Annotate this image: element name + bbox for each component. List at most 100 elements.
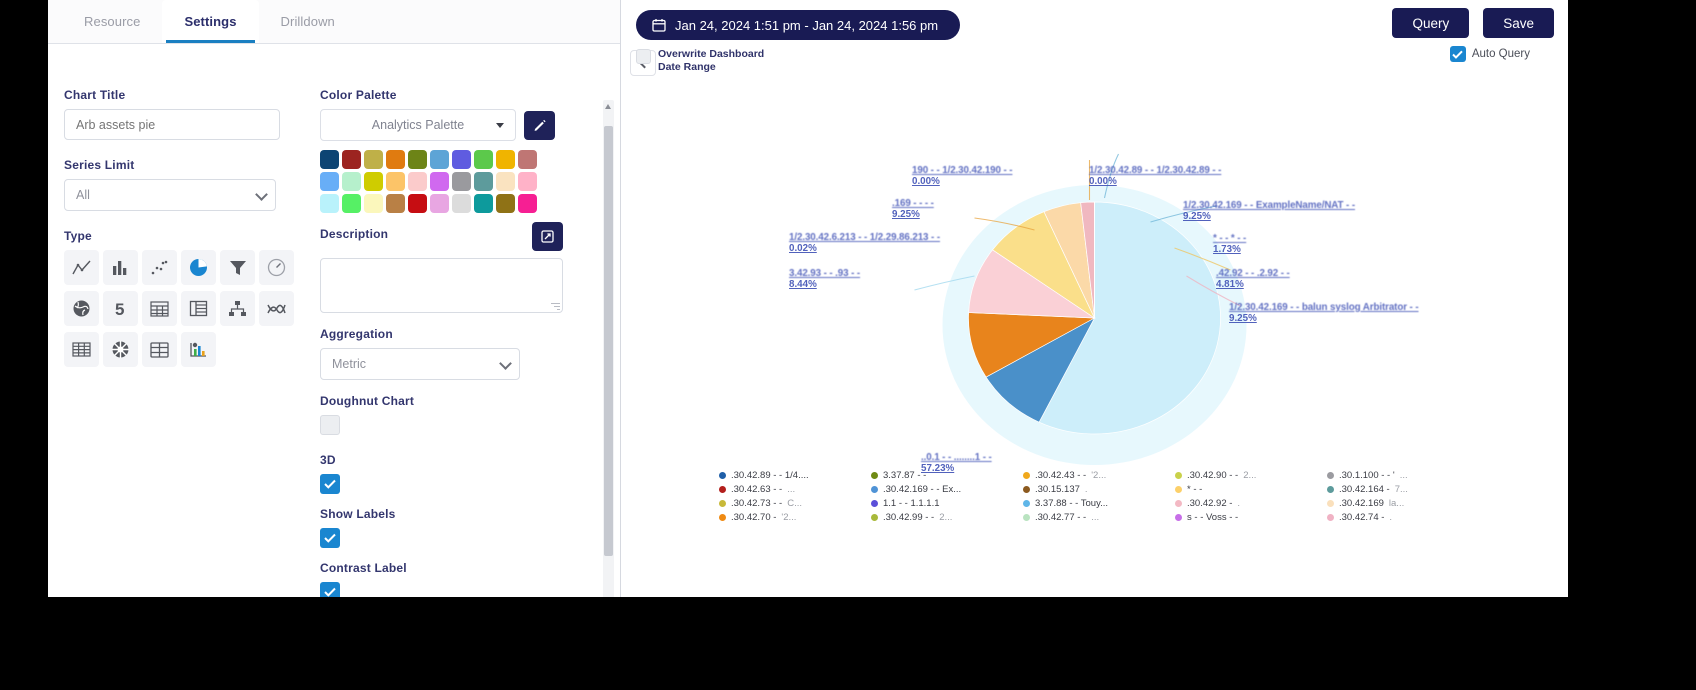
callout-percent: 9.25%	[892, 209, 920, 220]
gauge-chart-icon[interactable]	[259, 250, 294, 285]
pivot-table-icon[interactable]	[181, 291, 216, 326]
palette-swatch[interactable]	[320, 194, 339, 213]
single-value-icon[interactable]: 5	[103, 291, 138, 326]
scatter-chart-icon[interactable]	[142, 250, 177, 285]
overwrite-date-range-checkbox[interactable]	[636, 49, 651, 64]
overwrite-dashboard-date-range[interactable]: Overwrite Dashboard Date Range	[636, 48, 764, 73]
legend-item[interactable]: .30.42.164 - 7...	[1327, 483, 1479, 496]
doughnut-chart-checkbox[interactable]	[320, 415, 340, 435]
legend-item[interactable]: .30.42.77 - -...	[1023, 511, 1175, 524]
grid-icon[interactable]	[64, 332, 99, 367]
legend-item[interactable]: .30.42.63 - -...	[719, 483, 871, 496]
topology-icon[interactable]	[220, 291, 255, 326]
palette-swatch[interactable]	[386, 172, 405, 191]
palette-swatch[interactable]	[496, 172, 515, 191]
area-spline-icon[interactable]	[259, 291, 294, 326]
palette-swatch[interactable]	[518, 194, 537, 213]
query-button[interactable]: Query	[1392, 8, 1470, 38]
palette-swatch[interactable]	[496, 150, 515, 169]
legend-label: .30.42.89 - - 1/4....	[731, 470, 809, 481]
palette-swatch[interactable]	[474, 172, 493, 191]
legend-item[interactable]: .30.42.43 - - '2...	[1023, 469, 1175, 482]
tab-resource[interactable]: Resource	[62, 0, 162, 43]
color-palette-label: Color Palette	[320, 88, 397, 102]
color-palette-select[interactable]: Analytics Palette	[320, 109, 516, 141]
legend-item[interactable]: 1.1 - - 1.1.1.1	[871, 497, 1023, 510]
table-icon[interactable]	[142, 291, 177, 326]
data-table-icon[interactable]	[142, 332, 177, 367]
legend-item[interactable]: .30.42.169 - - Ex...	[871, 483, 1023, 496]
description-textarea[interactable]	[320, 258, 563, 313]
palette-swatch[interactable]	[408, 194, 427, 213]
palette-swatch[interactable]	[364, 194, 383, 213]
palette-swatch[interactable]	[386, 150, 405, 169]
palette-swatch[interactable]	[452, 172, 471, 191]
palette-swatch[interactable]	[496, 194, 515, 213]
legend-color-dot	[719, 486, 726, 493]
legend-item[interactable]: 3.37.87 - -	[871, 469, 1023, 482]
histogram-icon[interactable]	[181, 332, 216, 367]
palette-swatch[interactable]	[474, 150, 493, 169]
bar-chart-icon[interactable]	[103, 250, 138, 285]
palette-swatch[interactable]	[430, 172, 449, 191]
legend-item[interactable]: .30.15.137.	[1023, 483, 1175, 496]
callout-text: * - - * - -	[1213, 233, 1247, 244]
expand-icon[interactable]	[532, 222, 563, 251]
line-chart-icon[interactable]	[64, 250, 99, 285]
tab-drilldown[interactable]: Drilldown	[259, 0, 357, 43]
palette-swatch[interactable]	[430, 150, 449, 169]
palette-swatch[interactable]	[452, 150, 471, 169]
aggregation-select[interactable]: Metric	[320, 348, 520, 380]
legend-item[interactable]: .30.42.92 - .	[1175, 497, 1327, 510]
palette-swatch[interactable]	[342, 150, 361, 169]
palette-swatch[interactable]	[408, 172, 427, 191]
palette-swatch[interactable]	[386, 194, 405, 213]
palette-swatch[interactable]	[364, 172, 383, 191]
palette-swatch[interactable]	[430, 194, 449, 213]
pencil-icon[interactable]	[524, 110, 555, 140]
show-labels-checkbox[interactable]	[320, 528, 340, 548]
save-button[interactable]: Save	[1483, 8, 1554, 38]
palette-swatch[interactable]	[452, 194, 471, 213]
chart-title-input[interactable]	[64, 109, 280, 140]
svg-text:5: 5	[115, 300, 124, 318]
legend-item[interactable]: .30.42.99 - - 2...	[871, 511, 1023, 524]
three-d-checkbox[interactable]	[320, 474, 340, 494]
palette-swatch[interactable]	[342, 172, 361, 191]
series-limit-select[interactable]: All	[64, 179, 276, 211]
legend-item[interactable]: .30.42.70 - '2...	[719, 511, 871, 524]
auto-query-control[interactable]: Auto Query	[1449, 46, 1530, 62]
sunburst-icon[interactable]	[103, 332, 138, 367]
palette-swatch[interactable]	[320, 172, 339, 191]
funnel-chart-icon[interactable]	[220, 250, 255, 285]
auto-query-checkbox[interactable]	[1449, 46, 1466, 62]
legend-item[interactable]: .30.1.100 - - '...	[1327, 469, 1479, 482]
palette-swatch[interactable]	[320, 150, 339, 169]
legend-item[interactable]: .30.42.73 - - C...	[719, 497, 871, 510]
legend-label: .30.42.70 -	[731, 512, 777, 523]
legend-item[interactable]: s - - Voss - -	[1175, 511, 1327, 524]
tab-settings[interactable]: Settings	[162, 0, 259, 43]
date-range-picker[interactable]: Jan 24, 2024 1:51 pm - Jan 24, 2024 1:56…	[636, 10, 961, 40]
globe-chart-icon[interactable]	[64, 291, 99, 326]
settings-scrollbar[interactable]	[603, 100, 614, 597]
palette-swatch[interactable]	[342, 194, 361, 213]
palette-swatch[interactable]	[474, 194, 493, 213]
scroll-up-arrow-icon[interactable]	[605, 104, 611, 109]
legend-item[interactable]: * - -	[1175, 483, 1327, 496]
legend-item[interactable]: 3.37.88 - - Touy...	[1023, 497, 1175, 510]
legend-item[interactable]: .30.42.90 - - 2...	[1175, 469, 1327, 482]
palette-swatch[interactable]	[364, 150, 383, 169]
palette-swatch[interactable]	[518, 150, 537, 169]
legend-item[interactable]: .30.42.74 - .	[1327, 511, 1479, 524]
resize-handle-icon[interactable]	[551, 301, 560, 310]
pie-chart-icon[interactable]	[181, 250, 216, 285]
legend-color-dot	[1327, 472, 1334, 479]
scrollbar-thumb[interactable]	[604, 126, 613, 556]
legend-item[interactable]: .30.42.169 la...	[1327, 497, 1479, 510]
legend-item[interactable]: .30.42.89 - - 1/4....	[719, 469, 871, 482]
type-label: Type	[64, 229, 92, 243]
palette-swatch[interactable]	[408, 150, 427, 169]
palette-swatch[interactable]	[518, 172, 537, 191]
contrast-label-checkbox[interactable]	[320, 582, 340, 597]
